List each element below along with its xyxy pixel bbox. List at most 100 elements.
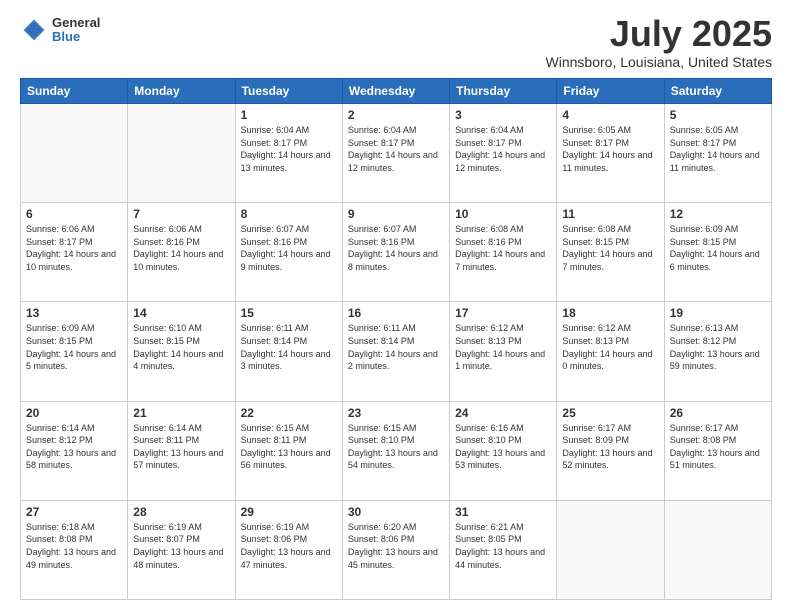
table-row: [21, 104, 128, 203]
col-sunday: Sunday: [21, 79, 128, 104]
calendar-subtitle: Winnsboro, Louisiana, United States: [546, 54, 772, 70]
col-friday: Friday: [557, 79, 664, 104]
table-row: 18 Sunrise: 6:12 AM Sunset: 8:13 PM Dayli…: [557, 302, 664, 401]
calendar-header-row: Sunday Monday Tuesday Wednesday Thursday…: [21, 79, 772, 104]
col-tuesday: Tuesday: [235, 79, 342, 104]
logo-icon: [20, 16, 48, 44]
cell-day-number: 26: [670, 406, 766, 420]
cell-sun-info: Sunrise: 6:04 AM Sunset: 8:17 PM Dayligh…: [241, 124, 337, 174]
cell-sun-info: Sunrise: 6:06 AM Sunset: 8:17 PM Dayligh…: [26, 223, 122, 273]
cell-day-number: 10: [455, 207, 551, 221]
cell-sun-info: Sunrise: 6:18 AM Sunset: 8:08 PM Dayligh…: [26, 521, 122, 571]
table-row: 20Sunrise: 6:14 AM Sunset: 8:12 PM Dayli…: [21, 401, 128, 500]
table-row: 22Sunrise: 6:15 AM Sunset: 8:11 PM Dayli…: [235, 401, 342, 500]
table-row: 23Sunrise: 6:15 AM Sunset: 8:10 PM Dayli…: [342, 401, 449, 500]
cell-sun-info: Sunrise: 6:17 AM Sunset: 8:08 PM Dayligh…: [670, 422, 766, 472]
table-row: 15Sunrise: 6:11 AM Sunset: 8:14 PM Dayli…: [235, 302, 342, 401]
cell-day-number: 27: [26, 505, 122, 519]
cell-sun-info: Sunrise: 6:19 AM Sunset: 8:06 PM Dayligh…: [241, 521, 337, 571]
table-row: [557, 500, 664, 599]
logo-blue: Blue: [52, 30, 100, 44]
table-row: 5 Sunrise: 6:05 AM Sunset: 8:17 PM Daylig…: [664, 104, 771, 203]
cell-day-number: 25: [562, 406, 658, 420]
calendar-week-4: 20Sunrise: 6:14 AM Sunset: 8:12 PM Dayli…: [21, 401, 772, 500]
cell-sun-info: Sunrise: 6:09 AM Sunset: 8:15 PM Dayligh…: [26, 322, 122, 372]
cell-day-number: 12: [670, 207, 766, 221]
col-saturday: Saturday: [664, 79, 771, 104]
cell-day-number: 18: [562, 306, 658, 320]
col-monday: Monday: [128, 79, 235, 104]
cell-day-number: 14: [133, 306, 229, 320]
table-row: 25Sunrise: 6:17 AM Sunset: 8:09 PM Dayli…: [557, 401, 664, 500]
cell-day-number: 17: [455, 306, 551, 320]
cell-sun-info: Sunrise: 6:09 AM Sunset: 8:15 PM Dayligh…: [670, 223, 766, 273]
cell-sun-info: Sunrise: 6:14 AM Sunset: 8:12 PM Dayligh…: [26, 422, 122, 472]
cell-sun-info: Sunrise: 6:04 AM Sunset: 8:17 PM Dayligh…: [455, 124, 551, 174]
cell-sun-info: Sunrise: 6:07 AM Sunset: 8:16 PM Dayligh…: [348, 223, 444, 273]
cell-sun-info: Sunrise: 6:14 AM Sunset: 8:11 PM Dayligh…: [133, 422, 229, 472]
table-row: 2 Sunrise: 6:04 AM Sunset: 8:17 PM Daylig…: [342, 104, 449, 203]
header: General Blue July 2025 Winnsboro, Louisi…: [20, 16, 772, 70]
table-row: 31 Sunrise: 6:21 AM Sunset: 8:05 PM Dayli…: [450, 500, 557, 599]
cell-sun-info: Sunrise: 6:10 AM Sunset: 8:15 PM Dayligh…: [133, 322, 229, 372]
cell-sun-info: Sunrise: 6:06 AM Sunset: 8:16 PM Dayligh…: [133, 223, 229, 273]
cell-day-number: 5: [670, 108, 766, 122]
cell-sun-info: Sunrise: 6:12 AM Sunset: 8:13 PM Dayligh…: [562, 322, 658, 372]
cell-day-number: 30: [348, 505, 444, 519]
table-row: [664, 500, 771, 599]
cell-sun-info: Sunrise: 6:15 AM Sunset: 8:11 PM Dayligh…: [241, 422, 337, 472]
col-wednesday: Wednesday: [342, 79, 449, 104]
table-row: 16Sunrise: 6:11 AM Sunset: 8:14 PM Dayli…: [342, 302, 449, 401]
cell-day-number: 29: [241, 505, 337, 519]
table-row: 14 Sunrise: 6:10 AM Sunset: 8:15 PM Dayli…: [128, 302, 235, 401]
table-row: 7Sunrise: 6:06 AM Sunset: 8:16 PM Daylig…: [128, 203, 235, 302]
cell-day-number: 23: [348, 406, 444, 420]
calendar-title: July 2025: [546, 16, 772, 52]
cell-sun-info: Sunrise: 6:08 AM Sunset: 8:16 PM Dayligh…: [455, 223, 551, 273]
table-row: 13 Sunrise: 6:09 AM Sunset: 8:15 PM Dayli…: [21, 302, 128, 401]
cell-sun-info: Sunrise: 6:08 AM Sunset: 8:15 PM Dayligh…: [562, 223, 658, 273]
cell-day-number: 19: [670, 306, 766, 320]
table-row: 3 Sunrise: 6:04 AM Sunset: 8:17 PM Daylig…: [450, 104, 557, 203]
table-row: 24Sunrise: 6:16 AM Sunset: 8:10 PM Dayli…: [450, 401, 557, 500]
calendar-week-3: 13 Sunrise: 6:09 AM Sunset: 8:15 PM Dayli…: [21, 302, 772, 401]
cell-day-number: 3: [455, 108, 551, 122]
cell-day-number: 1: [241, 108, 337, 122]
logo: General Blue: [20, 16, 100, 45]
table-row: 12 Sunrise: 6:09 AM Sunset: 8:15 PM Dayli…: [664, 203, 771, 302]
cell-sun-info: Sunrise: 6:20 AM Sunset: 8:06 PM Dayligh…: [348, 521, 444, 571]
cell-sun-info: Sunrise: 6:16 AM Sunset: 8:10 PM Dayligh…: [455, 422, 551, 472]
calendar-week-2: 6 Sunrise: 6:06 AM Sunset: 8:17 PM Daylig…: [21, 203, 772, 302]
col-thursday: Thursday: [450, 79, 557, 104]
calendar-week-1: 1 Sunrise: 6:04 AM Sunset: 8:17 PM Daylig…: [21, 104, 772, 203]
table-row: 21 Sunrise: 6:14 AM Sunset: 8:11 PM Dayli…: [128, 401, 235, 500]
cell-day-number: 31: [455, 505, 551, 519]
table-row: 10 Sunrise: 6:08 AM Sunset: 8:16 PM Dayli…: [450, 203, 557, 302]
table-row: 27 Sunrise: 6:18 AM Sunset: 8:08 PM Dayli…: [21, 500, 128, 599]
table-row: 30 Sunrise: 6:20 AM Sunset: 8:06 PM Dayli…: [342, 500, 449, 599]
cell-sun-info: Sunrise: 6:21 AM Sunset: 8:05 PM Dayligh…: [455, 521, 551, 571]
cell-day-number: 2: [348, 108, 444, 122]
cell-sun-info: Sunrise: 6:05 AM Sunset: 8:17 PM Dayligh…: [562, 124, 658, 174]
cell-sun-info: Sunrise: 6:07 AM Sunset: 8:16 PM Dayligh…: [241, 223, 337, 273]
table-row: 9 Sunrise: 6:07 AM Sunset: 8:16 PM Daylig…: [342, 203, 449, 302]
cell-day-number: 21: [133, 406, 229, 420]
table-row: 4 Sunrise: 6:05 AM Sunset: 8:17 PM Daylig…: [557, 104, 664, 203]
cell-sun-info: Sunrise: 6:05 AM Sunset: 8:17 PM Dayligh…: [670, 124, 766, 174]
cell-day-number: 6: [26, 207, 122, 221]
cell-sun-info: Sunrise: 6:04 AM Sunset: 8:17 PM Dayligh…: [348, 124, 444, 174]
table-row: 26 Sunrise: 6:17 AM Sunset: 8:08 PM Dayli…: [664, 401, 771, 500]
table-row: 19Sunrise: 6:13 AM Sunset: 8:12 PM Dayli…: [664, 302, 771, 401]
table-row: 6 Sunrise: 6:06 AM Sunset: 8:17 PM Daylig…: [21, 203, 128, 302]
logo-text: General Blue: [52, 16, 100, 45]
cell-day-number: 28: [133, 505, 229, 519]
cell-day-number: 13: [26, 306, 122, 320]
table-row: 17Sunrise: 6:12 AM Sunset: 8:13 PM Dayli…: [450, 302, 557, 401]
cell-day-number: 8: [241, 207, 337, 221]
cell-day-number: 4: [562, 108, 658, 122]
table-row: 28 Sunrise: 6:19 AM Sunset: 8:07 PM Dayli…: [128, 500, 235, 599]
table-row: 8 Sunrise: 6:07 AM Sunset: 8:16 PM Daylig…: [235, 203, 342, 302]
cell-day-number: 9: [348, 207, 444, 221]
cell-sun-info: Sunrise: 6:19 AM Sunset: 8:07 PM Dayligh…: [133, 521, 229, 571]
cell-day-number: 15: [241, 306, 337, 320]
